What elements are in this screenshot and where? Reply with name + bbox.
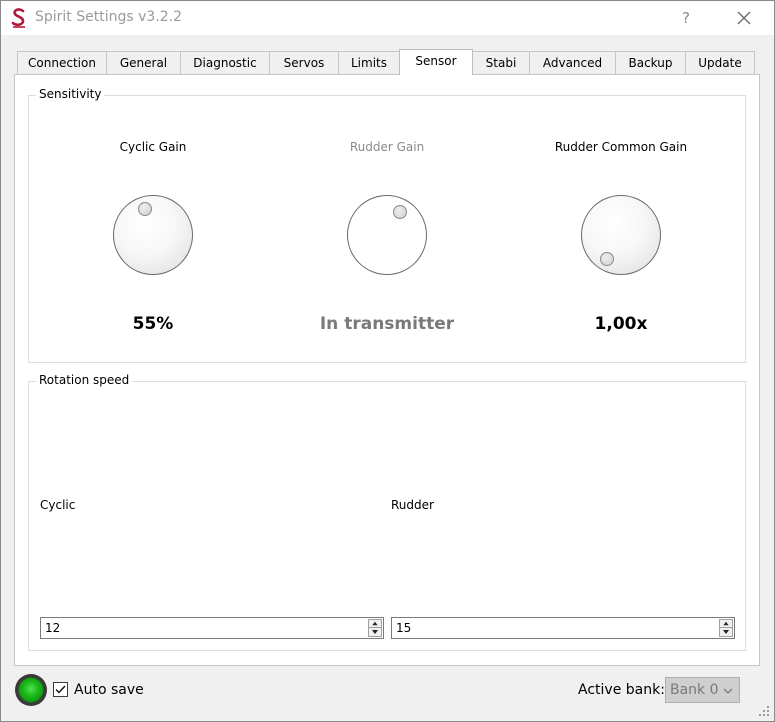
spin-up-icon[interactable] [369,620,381,628]
close-icon [737,11,751,25]
spin-down-icon[interactable] [369,628,381,636]
settings-window: Spirit Settings v3.2.2 ? Connection Gene… [0,0,775,722]
rudder-speed-spinbox[interactable]: 15 [391,617,735,639]
spin-up-icon[interactable] [720,620,732,628]
auto-save-label[interactable]: Auto save [74,682,144,698]
title-bar: Spirit Settings v3.2.2 ? [1,1,774,35]
window-title: Spirit Settings v3.2.2 [35,9,183,25]
status-led-light [18,677,44,703]
rudder-speed-label: Rudder [391,498,434,512]
tab-limits[interactable]: Limits [338,51,400,75]
cyclic-gain-label: Cyclic Gain [119,140,187,154]
rudder-gain-label: Rudder Gain [349,140,425,154]
tab-sensor[interactable]: Sensor [399,49,473,75]
cyclic-speed-value: 12 [45,621,61,635]
tab-backup[interactable]: Backup [615,51,686,75]
spin-buttons [719,619,733,637]
spirit-logo-icon [11,8,25,28]
rudder-speed-value: 15 [396,621,412,635]
resize-grip-icon[interactable] [758,705,770,717]
active-bank-value: Bank 0 [670,682,719,698]
cyclic-gain-knob[interactable] [113,195,193,275]
rotation-speed-group-title: Rotation speed [36,373,133,387]
connection-status-led-icon [15,674,47,706]
rudder-common-gain-label: Rudder Common Gain [554,140,688,154]
cyclic-speed-spinbox[interactable]: 12 [40,617,384,639]
tab-diagnostic[interactable]: Diagnostic [180,51,270,75]
tab-connection[interactable]: Connection [17,51,107,75]
close-button[interactable] [727,5,761,31]
help-button[interactable]: ? [671,5,701,31]
tab-advanced[interactable]: Advanced [529,51,616,75]
active-bank-select: Bank 0 [665,677,740,703]
tab-servos[interactable]: Servos [269,51,339,75]
cyclic-gain-value: 55% [132,314,174,334]
auto-save-checkbox[interactable] [53,682,68,697]
chevron-down-icon [723,688,733,694]
tab-general[interactable]: General [106,51,181,75]
rudder-gain-knob [347,195,427,275]
knob-indicator [600,252,614,266]
rudder-gain-value: In transmitter [319,314,455,334]
spin-down-icon[interactable] [720,628,732,636]
active-bank-label: Active bank: [578,682,665,698]
cyclic-speed-label: Cyclic [40,498,76,512]
checkmark-icon [55,685,66,694]
knob-indicator [393,205,407,219]
sensor-tab-pane: Sensitivity Cyclic Gain 55% Rudder Gain … [14,74,760,666]
rotation-speed-group: Rotation speed Cyclic Rudder 12 15 [28,373,746,651]
sensitivity-group: Sensitivity Cyclic Gain 55% Rudder Gain … [28,87,746,363]
sensitivity-group-title: Sensitivity [36,87,105,101]
tab-update[interactable]: Update [685,51,755,75]
knob-indicator [138,202,152,216]
rudder-common-gain-value: 1,00x [594,314,648,334]
rudder-common-gain-knob[interactable] [581,195,661,275]
tab-stabi[interactable]: Stabi [472,51,530,75]
spin-buttons [368,619,382,637]
